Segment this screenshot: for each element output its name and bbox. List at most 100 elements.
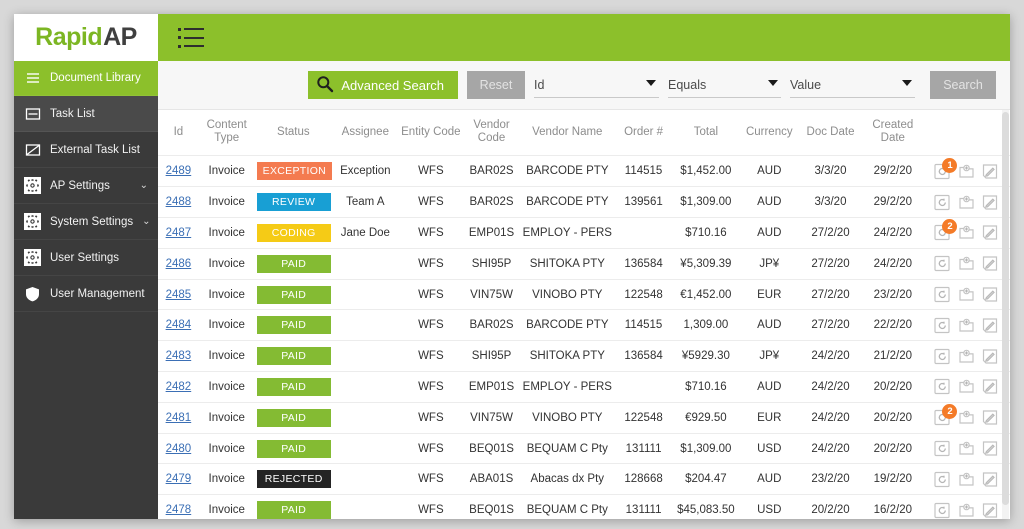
brand-logo[interactable]: Rapid AP: [14, 14, 158, 61]
column-header-id[interactable]: Id: [158, 110, 199, 157]
hamburger-list-icon[interactable]: [178, 27, 204, 48]
table-row[interactable]: 2483 Invoice PAID WFS SHI95P SHITOKA PTY 13658…: [158, 340, 1010, 373]
add-folder-icon[interactable]: [958, 440, 975, 457]
refresh-history-icon[interactable]: 1: [934, 157, 958, 180]
add-folder-icon[interactable]: [958, 255, 975, 272]
document-id-link[interactable]: 2484: [166, 319, 192, 331]
reset-button[interactable]: Reset: [467, 71, 525, 99]
cell-doc-date: 24/2/20: [799, 371, 862, 403]
document-id-link[interactable]: 2482: [166, 381, 192, 393]
edit-pencil-icon[interactable]: [982, 471, 999, 488]
table-row[interactable]: 2487 Invoice CODING Jane Doe WFS EMP01S EMPLOY…: [158, 217, 1010, 249]
document-id-link[interactable]: 2489: [166, 165, 192, 177]
edit-pencil-icon[interactable]: [982, 194, 999, 211]
add-folder-icon[interactable]: [958, 502, 975, 519]
cell-entity-code: WFS: [398, 463, 464, 496]
cell-entity-code: WFS: [398, 402, 464, 434]
column-header-vendor-code[interactable]: Vendor Code: [463, 110, 521, 157]
refresh-history-icon[interactable]: [934, 194, 951, 211]
refresh-history-icon[interactable]: [934, 286, 951, 303]
search-field-select[interactable]: Id: [534, 73, 659, 98]
vertical-scrollbar[interactable]: [1002, 110, 1009, 519]
document-id-link[interactable]: 2478: [166, 504, 192, 516]
column-header-vendor-name[interactable]: Vendor Name: [520, 110, 615, 157]
sidebar-item-system-settings[interactable]: System Settings ⌄: [14, 204, 158, 240]
refresh-history-icon[interactable]: [934, 255, 951, 272]
add-folder-icon[interactable]: [958, 317, 975, 334]
refresh-history-icon[interactable]: 2: [934, 219, 958, 241]
edit-pencil-icon[interactable]: [982, 163, 999, 180]
add-folder-icon[interactable]: [958, 409, 975, 426]
document-id-link[interactable]: 2483: [166, 350, 192, 362]
sidebar-item-document-library[interactable]: Document Library: [14, 61, 158, 96]
cell-id: 2483: [158, 340, 199, 373]
document-id-link[interactable]: 2480: [166, 443, 192, 455]
edit-pencil-icon[interactable]: [982, 255, 999, 272]
table-row[interactable]: 2489 Invoice EXCEPTION Exception WFS BAR02S BA…: [158, 155, 1010, 188]
edit-pencil-icon[interactable]: [982, 348, 999, 365]
cell-assignee: [332, 340, 399, 373]
column-header-entity-code[interactable]: Entity Code: [398, 110, 464, 157]
cell-vendor-name: BARCODE PTY: [520, 155, 615, 188]
refresh-history-icon[interactable]: [934, 440, 951, 457]
sidebar-item-external-task-list[interactable]: External Task List: [14, 132, 158, 168]
document-id-link[interactable]: 2481: [166, 412, 192, 424]
column-header-status[interactable]: Status: [254, 110, 333, 157]
add-folder-icon[interactable]: [958, 348, 975, 365]
document-id-link[interactable]: 2488: [166, 196, 192, 208]
cell-assignee: [332, 433, 399, 465]
add-folder-icon[interactable]: [958, 471, 975, 488]
advanced-search-button[interactable]: Advanced Search: [308, 71, 458, 99]
sidebar-item-user-management[interactable]: User Management: [14, 276, 158, 312]
add-folder-icon[interactable]: [958, 286, 975, 303]
edit-pencil-icon[interactable]: [982, 317, 999, 334]
add-folder-icon[interactable]: [958, 224, 975, 241]
refresh-history-icon[interactable]: [934, 471, 951, 488]
edit-pencil-icon[interactable]: [982, 286, 999, 303]
edit-pencil-icon[interactable]: [982, 502, 999, 519]
refresh-history-icon[interactable]: [934, 317, 951, 334]
column-header-assignee[interactable]: Assignee: [332, 110, 399, 157]
chevron-down-icon[interactable]: ⌄: [140, 180, 148, 191]
refresh-history-icon[interactable]: 2: [934, 404, 958, 426]
table-row[interactable]: 2488 Invoice REVIEW Team A WFS BAR02S BARCODE …: [158, 186, 1010, 219]
sidebar-item-user-settings[interactable]: User Settings: [14, 240, 158, 276]
table-row[interactable]: 2480 Invoice PAID WFS BEQ01S BEQUAM C Pty 1311…: [158, 433, 1010, 465]
edit-pencil-icon[interactable]: [982, 409, 999, 426]
edit-pencil-icon[interactable]: [982, 378, 999, 395]
refresh-history-icon[interactable]: [934, 378, 951, 395]
document-id-link[interactable]: 2486: [166, 258, 192, 270]
table-row[interactable]: 2482 Invoice PAID WFS EMP01S EMPLOY - PERS $71…: [158, 371, 1010, 403]
scrollbar-thumb[interactable]: [1002, 112, 1009, 505]
column-header-content-type[interactable]: Content Type: [198, 110, 255, 157]
table-row[interactable]: 2478 Invoice PAID WFS BEQ01S BEQUAM C Pty 1311…: [158, 494, 1010, 519]
column-header-created-date[interactable]: Created Date: [861, 110, 924, 157]
table-row[interactable]: 2481 Invoice PAID WFS VIN75W VINOBO PTY 122548…: [158, 402, 1010, 434]
table-row[interactable]: 2484 Invoice PAID WFS BAR02S BARCODE PTY 11451…: [158, 309, 1010, 342]
document-id-link[interactable]: 2487: [166, 227, 192, 239]
document-id-link[interactable]: 2479: [166, 473, 192, 485]
edit-pencil-icon[interactable]: [982, 224, 999, 241]
add-folder-icon[interactable]: [958, 163, 975, 180]
refresh-history-icon[interactable]: [934, 502, 951, 519]
column-header-doc-date[interactable]: Doc Date: [799, 110, 862, 157]
search-button[interactable]: Search: [930, 71, 996, 99]
sidebar-item-ap-settings[interactable]: AP Settings ⌄: [14, 168, 158, 204]
edit-pencil-icon[interactable]: [982, 440, 999, 457]
table-row[interactable]: 2479 Invoice REJECTED WFS ABA01S Abacas dx Pt…: [158, 463, 1010, 496]
add-folder-icon[interactable]: [958, 378, 975, 395]
table-row[interactable]: 2485 Invoice PAID WFS VIN75W VINOBO PTY 122548…: [158, 279, 1010, 311]
column-header-order-number[interactable]: Order #: [614, 110, 673, 157]
search-operator-select[interactable]: Equals: [668, 73, 781, 98]
chevron-down-icon[interactable]: ⌄: [142, 216, 150, 227]
sidebar-item-task-list[interactable]: Task List: [14, 96, 158, 132]
cell-total: ¥5,309.39: [672, 248, 740, 280]
column-header-currency[interactable]: Currency: [739, 110, 800, 157]
search-value-select[interactable]: Value: [790, 73, 915, 98]
table-row[interactable]: 2486 Invoice PAID WFS SHI95P SHITOKA PTY 13658…: [158, 248, 1010, 280]
cell-actions: [923, 340, 1010, 373]
refresh-history-icon[interactable]: [934, 348, 951, 365]
document-id-link[interactable]: 2485: [166, 289, 192, 301]
add-folder-icon[interactable]: [958, 194, 975, 211]
column-header-total[interactable]: Total: [672, 110, 740, 157]
